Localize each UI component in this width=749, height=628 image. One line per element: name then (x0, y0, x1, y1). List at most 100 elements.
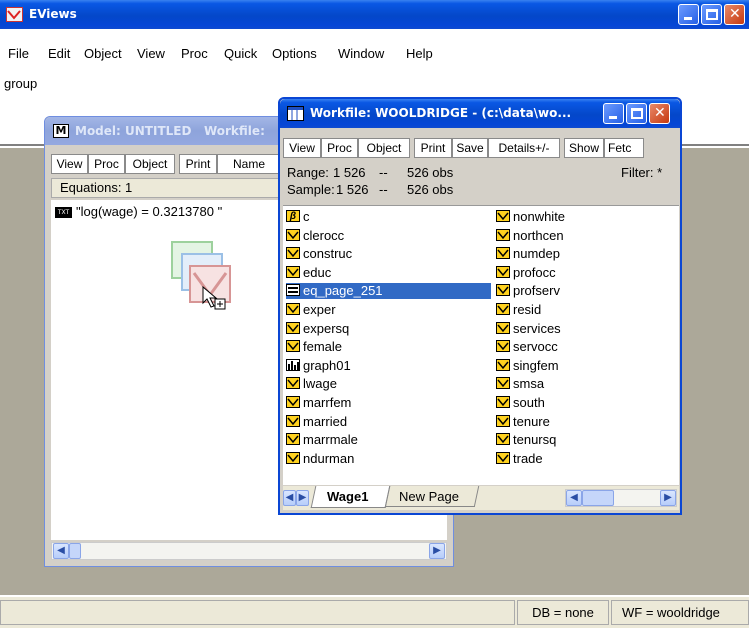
minimize-button[interactable] (678, 4, 699, 25)
scroll-thumb[interactable] (69, 543, 81, 559)
workfile-object-item[interactable]: marrfem (286, 395, 491, 411)
model-hscrollbar[interactable]: ◀ ▶ (51, 542, 447, 560)
object-name: resid (513, 302, 542, 317)
workfile-view-button[interactable]: View (283, 138, 321, 158)
series-icon (496, 377, 510, 390)
series-icon (496, 321, 510, 334)
sample-value: 1 526 (336, 182, 369, 197)
series-icon (286, 265, 300, 278)
status-bar: DB = none WF = wooldridge (0, 596, 749, 628)
model-toolbar: View Proc Object Print Name (51, 154, 281, 176)
workfile-object-item[interactable]: graph01 (286, 358, 491, 374)
workfile-object-item[interactable]: βc (286, 209, 491, 225)
series-icon (496, 284, 510, 297)
workfile-object-button[interactable]: Object (358, 138, 410, 158)
menu-file[interactable]: File (8, 46, 29, 61)
workfile-object-item[interactable]: resid (496, 302, 676, 318)
workfile-object-item[interactable]: nonwhite (496, 209, 676, 225)
list-scroll-right-icon[interactable]: ▶ (660, 490, 676, 506)
workfile-maximize-button[interactable] (626, 103, 647, 124)
object-name: singfem (513, 357, 559, 373)
tab-new-page-label: New Page (399, 489, 459, 504)
menu-object[interactable]: Object (84, 46, 122, 61)
workfile-object-item[interactable]: profocc (496, 265, 676, 281)
workfile-object-item[interactable]: trade (496, 451, 676, 467)
menu-quick[interactable]: Quick (224, 46, 257, 61)
workfile-title-bar[interactable]: Workfile: WOOLDRIDGE - (c:\data\wo... ✕ (280, 99, 680, 128)
model-title: Model: UNTITLED Workfile: (75, 124, 265, 138)
workfile-show-button[interactable]: Show (564, 138, 604, 158)
series-icon (286, 433, 300, 446)
model-view-button[interactable]: View (51, 154, 88, 174)
tab-hscrollbar[interactable]: ◀ ▶ (565, 489, 677, 507)
workfile-object-item[interactable]: construc (286, 246, 491, 262)
object-name: c (303, 209, 310, 224)
menu-view[interactable]: View (137, 46, 165, 61)
workfile-object-item[interactable]: services (496, 321, 676, 337)
menu-options[interactable]: Options (272, 46, 317, 61)
model-object-button[interactable]: Object (125, 154, 175, 174)
workfile-object-list[interactable]: β c clerocc construc educ eq_page_251exper exp… (283, 205, 679, 485)
list-scroll-left-icon[interactable]: ◀ (566, 490, 582, 506)
close-button[interactable]: ✕ (724, 4, 745, 25)
workfile-object-item[interactable]: expersq (286, 321, 491, 337)
object-name: educ (303, 264, 332, 280)
workfile-object-item[interactable]: clerocc (286, 228, 491, 244)
workfile-info[interactable]: Range: 1 526 -- 526 obs Filter: * Sample… (283, 163, 679, 201)
menu-window[interactable]: Window (338, 46, 384, 61)
object-name: south (513, 395, 545, 410)
object-name: numdep (513, 246, 560, 262)
workfile-object-item[interactable]: exper (286, 302, 491, 318)
workfile-details-button[interactable]: Details+/- (488, 138, 560, 158)
workfile-object-item[interactable]: servocc (496, 339, 676, 355)
workfile-object-item[interactable]: singfem (496, 358, 676, 374)
workfile-object-item[interactable]: profserv (496, 283, 676, 299)
scroll-left-icon[interactable]: ◀ (53, 543, 69, 559)
workfile-object-item[interactable]: married (286, 414, 491, 430)
workfile-object-item[interactable]: numdep (496, 246, 676, 262)
model-print-button[interactable]: Print (179, 154, 217, 174)
app-title: EViews (29, 7, 77, 21)
menu-edit[interactable]: Edit (48, 46, 70, 61)
workfile-object-item[interactable]: female (286, 339, 491, 355)
scroll-right-icon[interactable]: ▶ (429, 543, 445, 559)
range-value: 1 526 (333, 165, 366, 180)
model-name-button[interactable]: Name (217, 154, 281, 174)
workfile-object-item[interactable]: tenursq (496, 432, 676, 448)
workfile-fetch-button[interactable]: Fetc (604, 138, 644, 158)
workfile-minimize-button[interactable] (603, 103, 624, 124)
menu-help[interactable]: Help (406, 46, 433, 61)
maximize-button[interactable] (701, 4, 722, 25)
workfile-object-item[interactable]: smsa (496, 376, 676, 392)
series-icon (496, 451, 510, 464)
object-name: construc (303, 246, 353, 262)
workfile-object-item[interactable]: lwage (286, 376, 491, 392)
object-name: trade (513, 450, 543, 466)
workfile-object-item[interactable]: tenure (496, 414, 676, 430)
workfile-print-button[interactable]: Print (414, 138, 452, 158)
object-name: northcen (513, 227, 564, 243)
list-scroll-thumb[interactable] (582, 490, 614, 506)
series-icon (286, 247, 300, 260)
status-db-text: DB = none (532, 605, 594, 620)
tab-scroll-right-icon[interactable]: ▶ (296, 490, 309, 506)
tab-scroll-left-icon[interactable]: ◀ (283, 490, 296, 506)
menu-proc[interactable]: Proc (181, 46, 208, 61)
workfile-save-button[interactable]: Save (452, 138, 488, 158)
series-icon (286, 377, 300, 390)
workfile-object-item[interactable]: marrmale (286, 432, 491, 448)
equation-text[interactable]: "log(wage) = 0.3213780 " (76, 204, 222, 219)
workfile-object-item[interactable]: eq_page_251 (286, 283, 491, 300)
model-proc-button[interactable]: Proc (88, 154, 125, 174)
workfile-window[interactable]: Workfile: WOOLDRIDGE - (c:\data\wo... ✕ … (278, 97, 682, 515)
workfile-object-item[interactable]: ndurman (286, 451, 491, 467)
workfile-object-item[interactable]: northcen (496, 228, 676, 244)
workfile-object-item[interactable]: south (496, 395, 676, 411)
workfile-object-item[interactable]: educ (286, 265, 491, 281)
workfile-close-button[interactable]: ✕ (649, 103, 670, 124)
workfile-proc-button[interactable]: Proc (321, 138, 358, 158)
object-name: lwage (303, 376, 337, 392)
drag-preview-icon (167, 241, 233, 311)
sample-obs: 526 obs (407, 182, 454, 197)
series-icon (496, 414, 510, 427)
